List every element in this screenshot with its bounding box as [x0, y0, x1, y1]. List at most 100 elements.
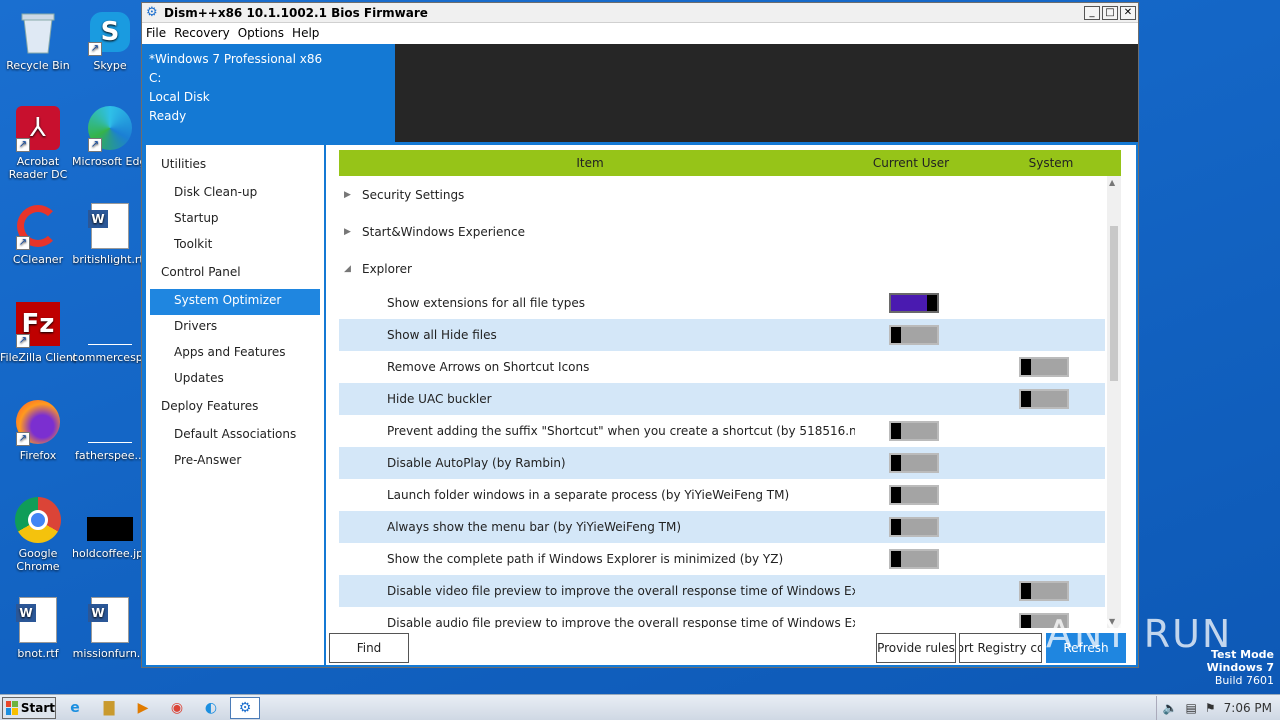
sidebar-item-toolkit[interactable]: Toolkit	[146, 233, 324, 259]
desktop-icon-filezilla[interactable]: Fz ↗ FileZilla Client	[0, 300, 76, 364]
dism-window: ⚙ Dism++x86 10.1.1002.1 Bios Firmware _ …	[141, 2, 1139, 668]
sidebar: Utilities Disk Clean-up Startup Toolkit …	[146, 145, 324, 665]
desktop-icon-ccleaner[interactable]: ↗ CCleaner	[0, 202, 76, 266]
session-info[interactable]: *Windows 7 Professional x86 C: Local Dis…	[142, 44, 395, 142]
option-label: Prevent adding the suffix "Shortcut" whe…	[387, 424, 855, 438]
sidebar-item-system-optimizer[interactable]: System Optimizer	[150, 289, 320, 315]
desktop-icon-chrome[interactable]: Google Chrome	[0, 496, 76, 573]
desktop-icon-recycle-bin[interactable]: Recycle Bin	[0, 8, 76, 72]
file-explorer-icon[interactable]: ▇	[94, 697, 124, 719]
desktop-icon-label: Firefox	[19, 449, 57, 462]
shortcut-arrow-icon: ↗	[16, 138, 30, 152]
session-panel	[395, 44, 1138, 142]
chrome-taskbar-icon[interactable]: ◉	[162, 697, 192, 719]
toggle-switch[interactable]	[1019, 389, 1069, 409]
menu-bar: File Recovery Options Help	[142, 23, 1138, 43]
desktop-icon-commercesp[interactable]: commercesp...	[72, 300, 148, 364]
scrollbar-thumb[interactable]	[1110, 226, 1118, 381]
option-row: Always show the menu bar (by YiYieWeiFen…	[339, 511, 1105, 543]
clock[interactable]: 7:06 PM	[1224, 701, 1272, 715]
menu-file[interactable]: File	[146, 26, 166, 40]
toggle-switch[interactable]	[1019, 357, 1069, 377]
option-label: Remove Arrows on Shortcut Icons	[387, 360, 590, 374]
toggle-switch[interactable]	[889, 421, 939, 441]
options-list: ▶ Security Settings ▶ Start&Windows Expe…	[339, 176, 1105, 628]
skype-icon: S ↗	[86, 8, 134, 56]
desktop-icon-edge[interactable]: ↗ Microsoft Edge	[72, 104, 148, 168]
category-start-windows-experience[interactable]: ▶ Start&Windows Experience	[339, 213, 1105, 250]
vertical-scrollbar[interactable]: ▲ ▼	[1107, 176, 1121, 628]
sidebar-item-pre-answer[interactable]: Pre-Answer	[146, 449, 324, 475]
toggle-switch[interactable]	[889, 293, 939, 313]
category-security-settings[interactable]: ▶ Security Settings	[339, 176, 1105, 213]
option-row: Prevent adding the suffix "Shortcut" whe…	[339, 415, 1105, 447]
toggle-knob	[927, 295, 937, 311]
action-center-flag-icon[interactable]: ⚑	[1205, 701, 1216, 715]
menu-options[interactable]: Options	[238, 26, 284, 40]
sidebar-group-utilities: Utilities	[161, 157, 207, 171]
toggle-switch[interactable]	[889, 549, 939, 569]
toggle-knob	[1021, 583, 1031, 599]
desktop-icon-label: missionfurn...	[72, 647, 148, 660]
desktop-icon-missionfurn[interactable]: W missionfurn...	[72, 596, 148, 660]
start-button[interactable]: Start	[2, 696, 56, 719]
sidebar-item-default-associations[interactable]: Default Associations	[146, 423, 324, 449]
image-file-icon	[86, 496, 134, 544]
shortcut-arrow-icon: ↗	[16, 334, 30, 348]
desktop-icon-bnot[interactable]: W bnot.rtf	[0, 596, 76, 660]
menu-help[interactable]: Help	[292, 26, 319, 40]
desktop-icon-skype[interactable]: S ↗ Skype	[72, 8, 148, 72]
sidebar-item-drivers[interactable]: Drivers	[146, 315, 324, 341]
expand-arrow-icon: ▶	[344, 189, 351, 200]
category-explorer[interactable]: ◢ Explorer	[339, 250, 1105, 287]
find-button[interactable]: Find	[329, 633, 409, 663]
option-label: Launch folder windows in a separate proc…	[387, 488, 790, 502]
network-icon[interactable]: ▤	[1186, 701, 1197, 715]
column-header-item: Item	[576, 156, 604, 170]
shortcut-arrow-icon: ↗	[16, 432, 30, 446]
sidebar-item-apps-features[interactable]: Apps and Features	[146, 341, 324, 367]
edge-taskbar-icon[interactable]: ◐	[196, 697, 226, 719]
volume-icon[interactable]: 🔈	[1163, 701, 1178, 715]
provide-rules-button[interactable]: Provide rules	[876, 633, 956, 663]
minimize-button[interactable]: _	[1084, 5, 1100, 20]
internet-explorer-icon[interactable]: e	[60, 697, 90, 719]
optimizer-panel: Item Current User System ▶ Security Sett…	[326, 145, 1136, 665]
desktop-icon-label: Skype	[93, 59, 127, 72]
desktop-icon-fatherspee[interactable]: fatherspee...	[72, 398, 148, 462]
toggle-switch[interactable]	[1019, 581, 1069, 601]
desktop-icon-acrobat[interactable]: ⅄ ↗ Acrobat Reader DC	[0, 104, 76, 181]
scroll-up-icon[interactable]: ▲	[1109, 178, 1115, 187]
toggle-switch[interactable]	[889, 325, 939, 345]
desktop-icon-holdcoffee[interactable]: holdcoffee.jpg	[72, 496, 148, 560]
sidebar-item-disk-cleanup[interactable]: Disk Clean-up	[146, 181, 324, 207]
gear-icon: ⚙	[146, 4, 158, 20]
close-button[interactable]: ✕	[1120, 5, 1136, 20]
file-icon	[86, 300, 134, 348]
sidebar-item-updates[interactable]: Updates	[146, 367, 324, 393]
desktop-icon-label: Recycle Bin	[6, 59, 70, 72]
dism-taskbar-icon[interactable]: ⚙	[230, 696, 260, 719]
acrobat-icon: ⅄ ↗	[14, 104, 62, 152]
export-registry-button[interactable]: ort Registry co	[959, 633, 1042, 663]
filezilla-icon: Fz ↗	[14, 300, 62, 348]
desktop-icon-firefox[interactable]: ↗ Firefox	[0, 398, 76, 462]
title-bar[interactable]: ⚙ Dism++x86 10.1.1002.1 Bios Firmware _ …	[142, 3, 1138, 23]
toggle-switch[interactable]	[889, 517, 939, 537]
toggle-switch[interactable]	[889, 485, 939, 505]
menu-recovery[interactable]: Recovery	[174, 26, 230, 40]
file-icon	[86, 398, 134, 446]
option-label: Show all Hide files	[387, 328, 497, 342]
option-row: Remove Arrows on Shortcut Icons	[339, 351, 1105, 383]
toggle-switch[interactable]	[889, 453, 939, 473]
desktop-icon-label: commercesp...	[72, 351, 148, 364]
windows-flag-icon	[6, 700, 18, 715]
sidebar-item-startup[interactable]: Startup	[146, 207, 324, 233]
desktop-icon-britishlight[interactable]: W britishlight.rtf	[72, 202, 148, 266]
option-row: Show the complete path if Windows Explor…	[339, 543, 1105, 575]
session-header: *Windows 7 Professional x86 C: Local Dis…	[142, 44, 1138, 142]
maximize-button[interactable]: □	[1102, 5, 1118, 20]
word-document-icon: W	[86, 596, 134, 644]
body-area: Utilities Disk Clean-up Startup Toolkit …	[142, 142, 1138, 667]
media-player-icon[interactable]: ▶	[128, 697, 158, 719]
